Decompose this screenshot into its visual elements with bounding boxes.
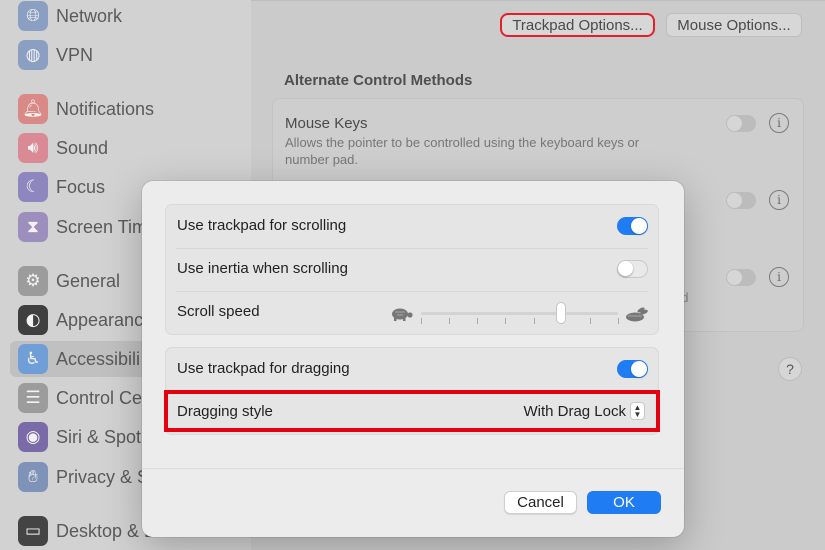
dragging-style-row[interactable]: Dragging style With Drag Lock ▲ ▼	[164, 390, 660, 432]
sidebar-item-label: Screen Tim	[56, 216, 148, 237]
sidebar-item[interactable]: ☾ Focus	[18, 172, 105, 202]
globe-icon: 🌐︎	[18, 1, 48, 31]
hourglass-icon: ⧗	[18, 212, 48, 242]
scrolling-toggle[interactable]	[617, 217, 648, 235]
dragging-style-value[interactable]: With Drag Lock	[523, 403, 626, 420]
moon-icon: ☾	[18, 172, 48, 202]
info-icon[interactable]: i	[769, 113, 789, 133]
dragging-row: Use trackpad for dragging	[166, 348, 658, 391]
mouse-keys-description: Allows the pointer to be controlled usin…	[285, 135, 640, 167]
rabbit-icon	[626, 307, 648, 322]
turtle-icon	[392, 308, 413, 321]
inertia-row: Use inertia when scrolling	[166, 248, 658, 291]
slider-tick	[505, 318, 507, 324]
control-center-icon: ☰	[18, 383, 48, 413]
slider-thumb[interactable]	[555, 302, 566, 324]
divider	[142, 468, 684, 469]
sidebar-item-label: VPN	[56, 44, 94, 65]
slider-tick	[421, 318, 422, 324]
sidebar-item-label: Appearanc	[56, 309, 144, 330]
sidebar-item-label: Siri & Spotl	[56, 426, 146, 447]
mouse-keys-title: Mouse Keys	[285, 115, 368, 132]
inertia-toggle[interactable]	[617, 260, 648, 278]
sidebar-item-label: Sound	[56, 137, 109, 158]
option-toggle[interactable]	[726, 269, 756, 286]
sidebar-item[interactable]: ⧗ Screen Tim	[18, 212, 147, 242]
sidebar-item[interactable]: ◉ Siri & Spotl	[18, 422, 145, 452]
speaker-icon: 🔊︎	[18, 133, 48, 163]
ok-button[interactable]: OK	[587, 491, 661, 514]
slider-tick	[477, 318, 479, 324]
sidebar-item-label: General	[56, 270, 121, 291]
gear-icon: ⚙	[18, 266, 48, 296]
sidebar-item-label: Notifications	[56, 98, 155, 119]
scrolling-group: Use trackpad for scrolling Use inertia w…	[165, 204, 659, 335]
scroll-speed-row: Scroll speed	[166, 291, 658, 334]
cancel-button[interactable]: Cancel	[504, 491, 577, 514]
dock-icon: ▭	[18, 516, 48, 546]
mouse-keys-toggle[interactable]	[726, 115, 756, 132]
accessibility-icon: ♿︎	[18, 344, 48, 374]
sidebar-item-label: Focus	[56, 176, 106, 197]
sidebar-item[interactable]: 🌐︎ Network	[18, 1, 122, 31]
sidebar-item[interactable]: ◍ VPN	[18, 40, 93, 70]
scrolling-label: Use trackpad for scrolling	[177, 217, 347, 234]
sidebar-item[interactable]: 🔔︎ Notifications	[18, 94, 154, 124]
bell-icon: 🔔︎	[18, 94, 48, 124]
slider-track	[421, 312, 618, 315]
slider-tick	[589, 318, 591, 324]
slider-tick	[618, 318, 619, 324]
sidebar-item-label: Accessibili	[56, 348, 141, 369]
sidebar-item[interactable]: ♿︎ Accessibili	[18, 344, 140, 374]
sidebar-item-label: Network	[56, 5, 123, 26]
sidebar-item[interactable]: ⚙ General	[18, 266, 120, 296]
help-button[interactable]: ?	[778, 357, 802, 381]
trackpad-options-button[interactable]: Trackpad Options...	[500, 13, 655, 37]
inertia-label: Use inertia when scrolling	[177, 260, 348, 277]
hand-icon: ✋︎	[18, 462, 48, 492]
siri-icon: ◉	[18, 422, 48, 452]
sidebar-item-label: Privacy & S	[56, 466, 150, 487]
vpn-globe-icon: ◍	[18, 40, 48, 70]
dragging-toggle[interactable]	[617, 360, 648, 378]
scrolling-row: Use trackpad for scrolling	[166, 205, 658, 248]
info-icon[interactable]: i	[769, 267, 789, 287]
slider-tick	[533, 318, 535, 324]
divider	[251, 0, 825, 1]
option-toggle[interactable]	[726, 192, 756, 209]
section-title: Alternate Control Methods	[284, 72, 473, 89]
dragging-label: Use trackpad for dragging	[177, 360, 350, 377]
trackpad-options-dialog: Use trackpad for scrolling Use inertia w…	[142, 181, 684, 537]
info-icon[interactable]: i	[769, 190, 789, 210]
scroll-speed-slider[interactable]	[388, 299, 650, 327]
scroll-speed-label: Scroll speed	[177, 303, 260, 320]
popup-arrows-icon[interactable]: ▲ ▼	[630, 402, 645, 420]
appearance-icon: ◐	[18, 305, 48, 335]
mouse-options-button[interactable]: Mouse Options...	[666, 13, 802, 37]
sidebar-item[interactable]: 🔊︎ Sound	[18, 133, 108, 163]
sidebar-item-label: Control Cer	[56, 387, 149, 408]
dragging-style-label: Dragging style	[177, 403, 273, 420]
sidebar-item[interactable]: ✋︎ Privacy & S	[18, 462, 149, 492]
sidebar-item[interactable]: ☰ Control Cer	[18, 383, 148, 413]
slider-tick	[449, 318, 451, 324]
sidebar-item[interactable]: ▭ Desktop & D	[18, 516, 157, 546]
sidebar-item[interactable]: ◐ Appearanc	[18, 305, 143, 335]
